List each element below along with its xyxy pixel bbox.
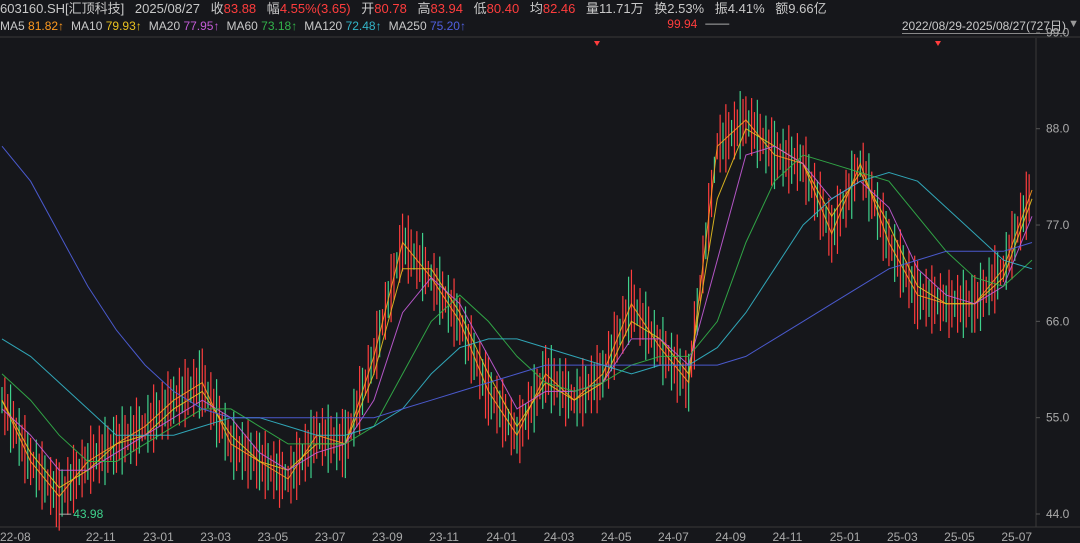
x-tick-label: 24-09 (715, 530, 746, 543)
kline-chart[interactable]: 99.0 88.0 77.0 66.0 55.0 44.0 22-08 22-11 23-01 2… (0, 0, 1080, 543)
x-tick-label: 23-11 (429, 530, 459, 543)
x-tick-label: 24-11 (773, 530, 803, 543)
x-tick-label: 23-05 (258, 530, 289, 543)
x-tick-label: 25-01 (830, 530, 861, 543)
x-tick-label: 24-01 (486, 530, 517, 543)
event-marker-icon (935, 41, 941, 46)
x-tick-label: 22-08 (0, 530, 31, 543)
x-tick-label: 23-07 (315, 530, 346, 543)
x-tick-label: 24-05 (601, 530, 632, 543)
x-tick-label: 25-07 (1001, 530, 1032, 543)
annotation-label: 43.98 (73, 507, 103, 521)
y-tick-label: 44.0 (1046, 507, 1070, 521)
y-tick-label: 99.0 (1046, 25, 1070, 39)
x-tick-label: 24-07 (658, 530, 689, 543)
y-tick-label: 77.0 (1046, 218, 1070, 232)
y-tick-label: 66.0 (1046, 314, 1070, 328)
x-tick-label: 24-03 (544, 530, 575, 543)
x-tick-label: 22-11 (86, 530, 116, 543)
event-marker-icon (594, 41, 600, 46)
y-tick-label: 55.0 (1046, 411, 1070, 425)
x-tick-label: 23-09 (372, 530, 403, 543)
x-tick-label: 23-03 (200, 530, 231, 543)
x-tick-label: 25-03 (887, 530, 918, 543)
x-tick-label: 25-05 (944, 530, 975, 543)
annotation-label: 99.94 (667, 17, 697, 31)
y-tick-label: 88.0 (1046, 122, 1070, 136)
x-tick-label: 23-01 (143, 530, 174, 543)
